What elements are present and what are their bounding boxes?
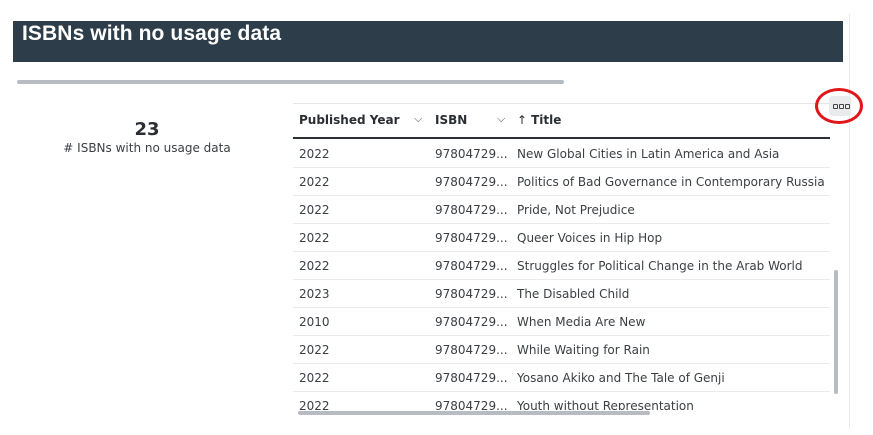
- kpi-card: 23 # ISBNs with no usage data: [40, 118, 254, 155]
- table-row[interactable]: 2010 97804729... When Media Are New: [293, 308, 830, 336]
- cell-title: While Waiting for Rain: [517, 343, 650, 357]
- table-row[interactable]: 2022 97804729... Struggles for Political C…: [293, 252, 830, 280]
- table-row[interactable]: 2023 97804729... The Disabled Child: [293, 280, 830, 308]
- column-header-title-label: Title: [531, 113, 562, 127]
- arrow-up-icon: ↑: [517, 113, 528, 127]
- cell-isbn: 97804729...: [435, 175, 508, 189]
- cell-published-year: 2022: [299, 343, 330, 357]
- kpi-label: # ISBNs with no usage data: [63, 141, 231, 155]
- cell-published-year: 2022: [299, 259, 330, 273]
- table-header: Published Year ⌵ ISBN ⌵ ↑ Title: [293, 104, 830, 139]
- page-title: ISBNs with no usage data: [22, 22, 282, 45]
- cell-isbn: 97804729...: [435, 287, 508, 301]
- cell-isbn: 97804729...: [435, 371, 508, 385]
- data-table: Published Year ⌵ ISBN ⌵ ↑ Title 2022 97804…: [293, 103, 834, 410]
- cell-isbn: 97804729...: [435, 343, 508, 357]
- cell-title: Politics of Bad Governance in Contempora…: [517, 175, 825, 189]
- table-row[interactable]: 2022 97804729... New Global Cities in Lati…: [293, 140, 830, 168]
- column-header-isbn[interactable]: ISBN: [435, 113, 467, 127]
- horizontal-scrollbar-top[interactable]: [17, 80, 564, 84]
- table-row[interactable]: 2022 97804729... Yosano Akiko and The Tale…: [293, 364, 830, 392]
- cell-published-year: 2022: [299, 203, 330, 217]
- cell-isbn: 97804729...: [435, 147, 508, 161]
- table-row[interactable]: 2022 97804729... Politics of Bad Governanc…: [293, 168, 830, 196]
- cell-published-year: 2022: [299, 147, 330, 161]
- cell-published-year: 2010: [299, 315, 330, 329]
- cell-title: When Media Are New: [517, 315, 646, 329]
- highlight-annotation: [815, 88, 863, 124]
- chevron-down-icon[interactable]: ⌵: [497, 112, 505, 126]
- cell-isbn: 97804729...: [435, 231, 508, 245]
- cell-published-year: 2022: [299, 371, 330, 385]
- column-header-published-year[interactable]: Published Year: [299, 113, 400, 127]
- cell-title: Queer Voices in Hip Hop: [517, 231, 663, 245]
- cell-title: Struggles for Political Change in the Ar…: [517, 259, 803, 273]
- divider: [849, 14, 850, 429]
- table-row[interactable]: 2022 97804729... While Waiting for Rain: [293, 336, 830, 364]
- cell-title: New Global Cities in Latin America and A…: [517, 147, 780, 161]
- vertical-scrollbar[interactable]: [834, 270, 838, 394]
- cell-isbn: 97804729...: [435, 315, 508, 329]
- table-row[interactable]: 2022 97804729... Queer Voices in Hip Hop: [293, 224, 830, 252]
- kpi-value: 23: [134, 119, 160, 140]
- chevron-down-icon[interactable]: ⌵: [414, 112, 422, 126]
- table-row[interactable]: 2022 97804729... Youth without Representat…: [293, 392, 830, 410]
- cell-published-year: 2022: [299, 399, 330, 410]
- cell-published-year: 2022: [299, 231, 330, 245]
- cell-title: Youth without Representation: [517, 399, 694, 410]
- visual-header: ISBNs with no usage data: [13, 21, 843, 62]
- table-body: 2022 97804729... New Global Cities in Lati…: [293, 140, 830, 410]
- cell-title: The Disabled Child: [517, 287, 630, 301]
- horizontal-scrollbar[interactable]: [298, 411, 650, 415]
- column-header-title[interactable]: ↑ Title: [517, 113, 561, 127]
- cell-isbn: 97804729...: [435, 399, 508, 410]
- cell-title: Yosano Akiko and The Tale of Genji: [517, 371, 725, 385]
- table-row[interactable]: 2022 97804729... Pride, Not Prejudice: [293, 196, 830, 224]
- cell-published-year: 2022: [299, 175, 330, 189]
- cell-isbn: 97804729...: [435, 203, 508, 217]
- cell-published-year: 2023: [299, 287, 330, 301]
- cell-isbn: 97804729...: [435, 259, 508, 273]
- cell-title: Pride, Not Prejudice: [517, 203, 635, 217]
